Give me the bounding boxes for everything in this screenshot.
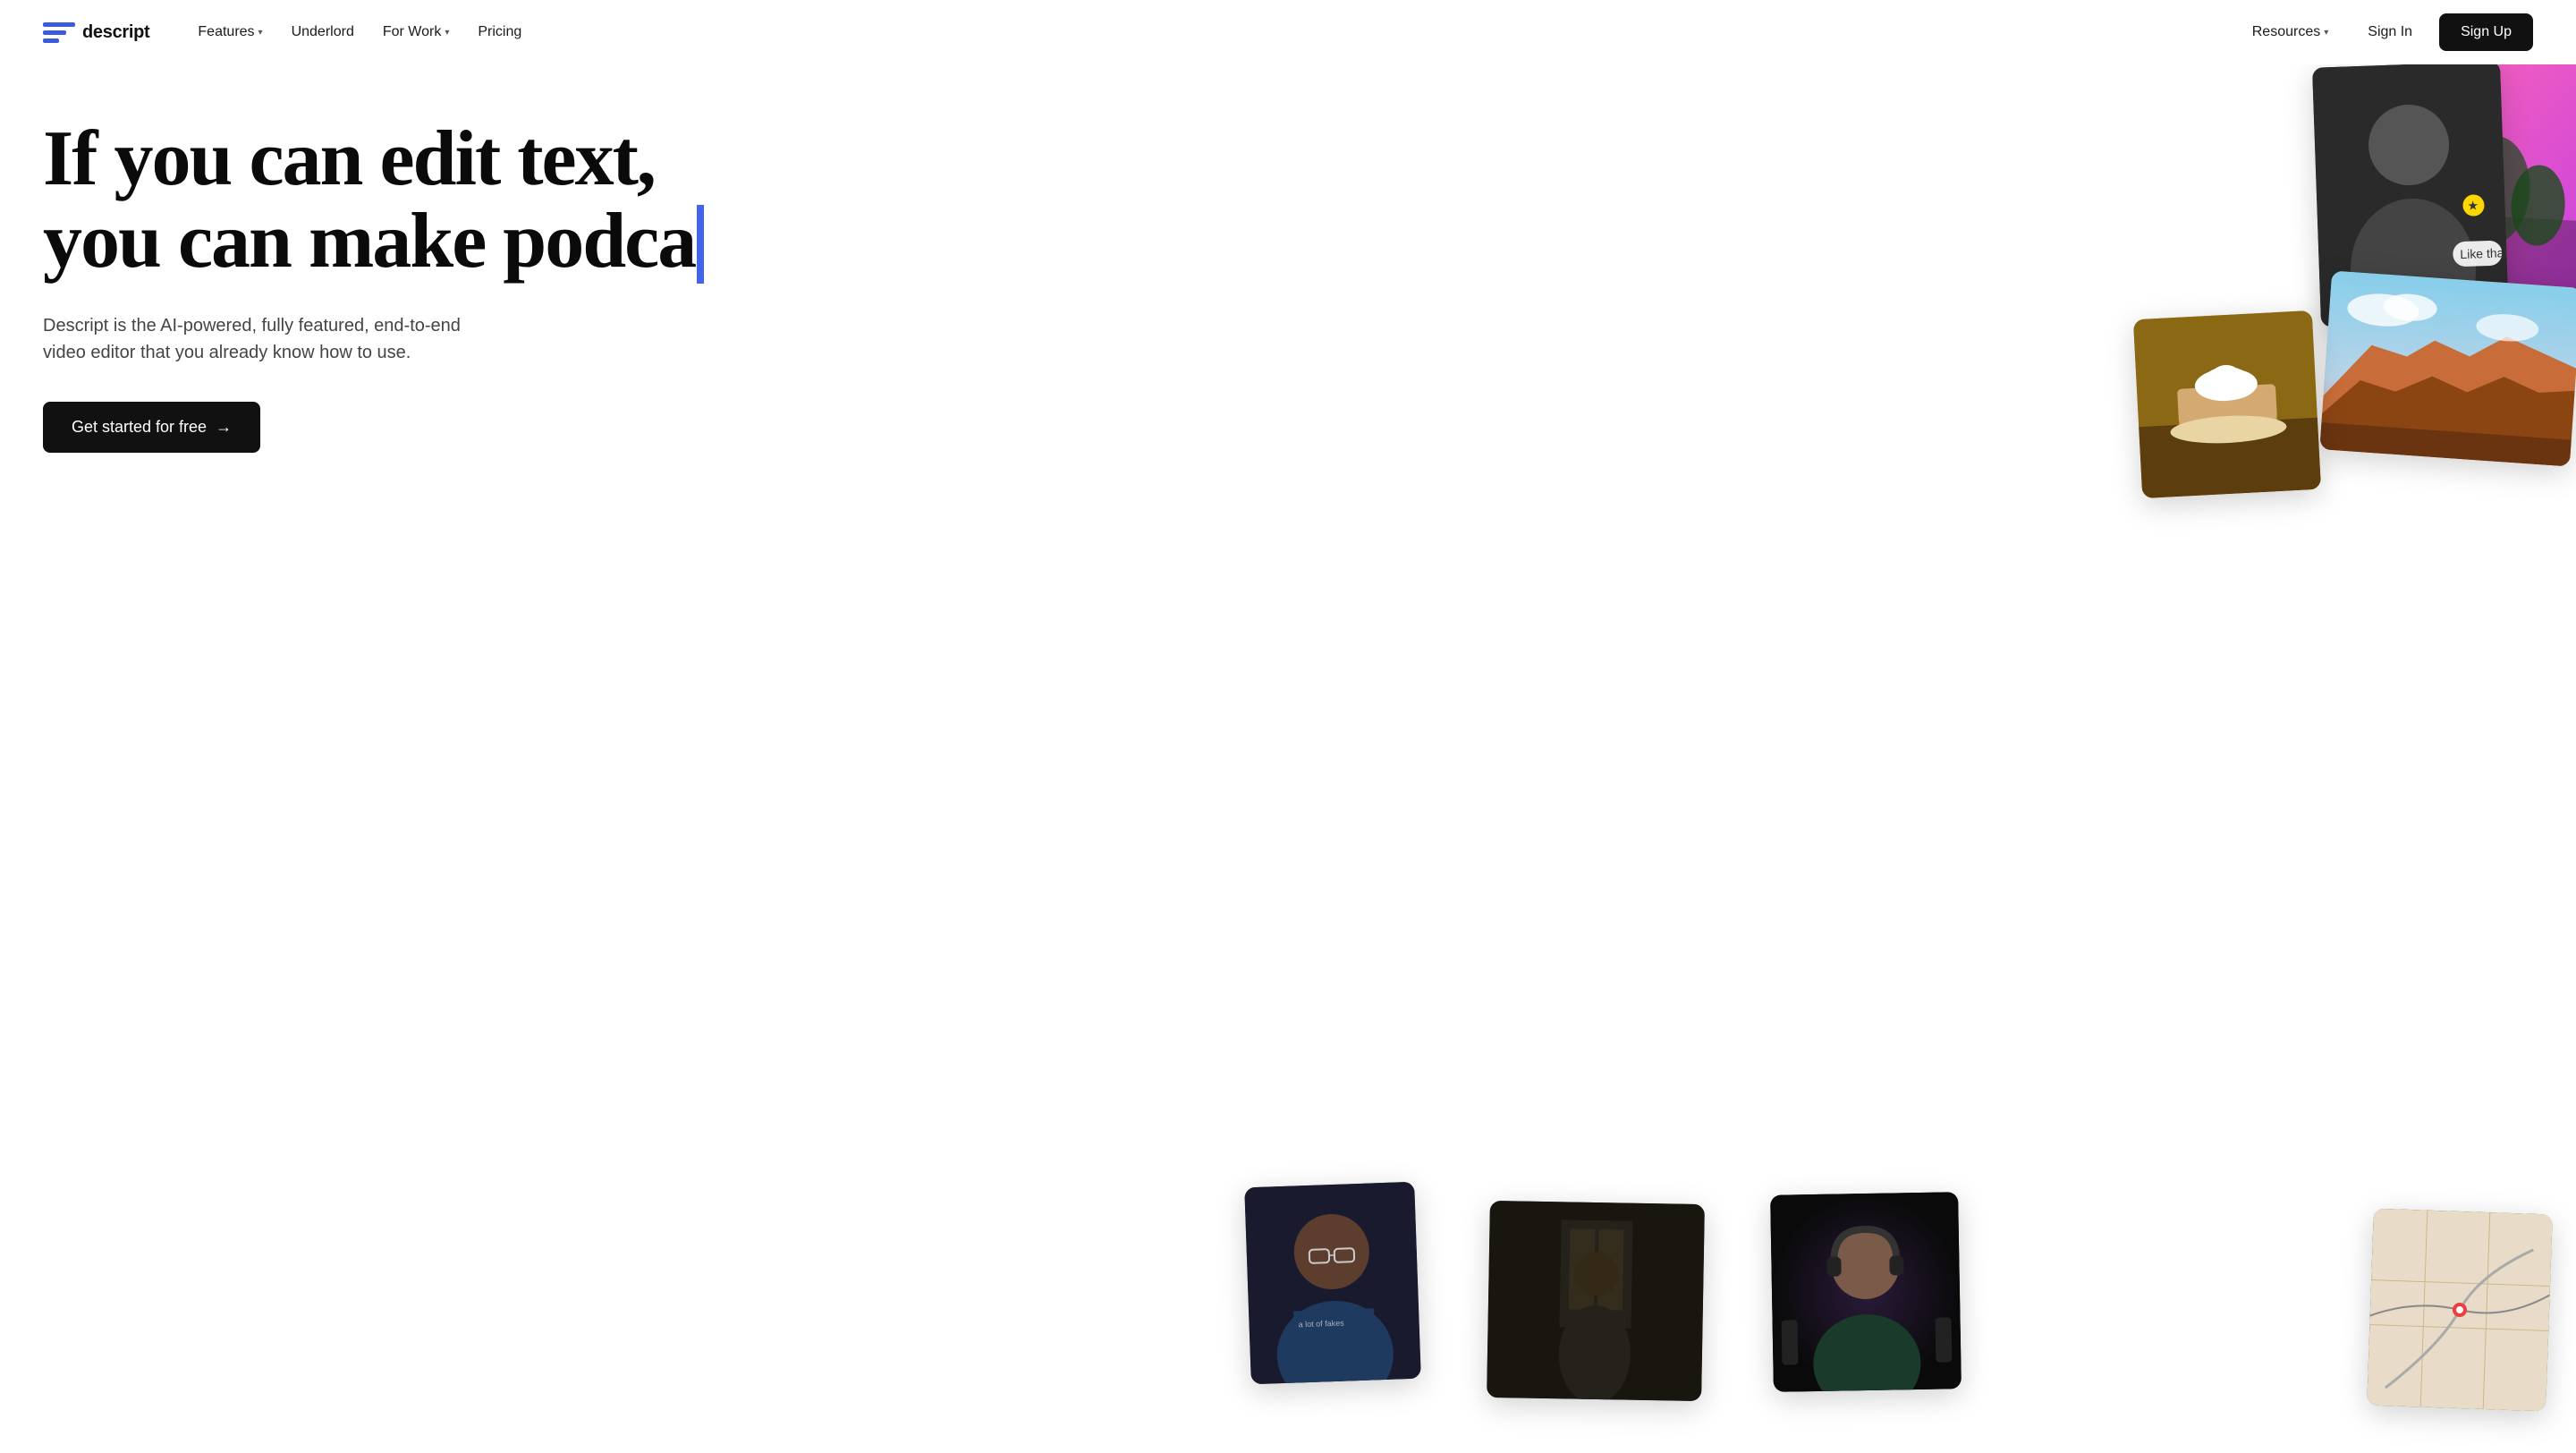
text-cursor: [697, 205, 704, 284]
collage-card-pink: [2391, 64, 2576, 293]
nav-item-pricing[interactable]: Pricing: [465, 17, 534, 47]
logo-icon: [43, 20, 75, 45]
collage-card-cinematic: [1487, 1201, 1706, 1401]
chevron-down-icon: ▾: [258, 28, 263, 38]
logo-line-1: [43, 22, 75, 27]
collage-card-portrait: Like that. ★: [2312, 64, 2509, 327]
logo-line-3: [43, 38, 59, 43]
collage-card-food: [2133, 310, 2321, 498]
hero-headline: If you can edit text, you can make podca: [43, 118, 1537, 284]
collage-card-man-glasses: a lot of fakes: [1244, 1182, 1421, 1384]
hero-section: If you can edit text, you can make podca…: [0, 64, 2576, 1453]
cta-button[interactable]: Get started for free →: [43, 402, 260, 453]
logo-link[interactable]: descript: [43, 20, 149, 45]
nav-item-underlord[interactable]: Underlord: [279, 17, 367, 47]
chevron-down-icon-3: ▾: [2324, 28, 2328, 38]
logo-line-2: [43, 30, 66, 35]
svg-text:Like that.: Like that.: [2460, 245, 2509, 261]
arrow-icon: →: [216, 418, 232, 437]
nav-right: Resources ▾ Sign In Sign Up: [2240, 13, 2533, 51]
collage-card-map: [2367, 1209, 2553, 1412]
nav-item-resources[interactable]: Resources ▾: [2240, 17, 2342, 47]
collage-card-headphones: [1770, 1192, 1962, 1392]
nav-item-features[interactable]: Features ▾: [185, 17, 275, 47]
navbar: descript Features ▾ Underlord For Work ▾…: [0, 0, 2576, 64]
chevron-down-icon-2: ▾: [445, 28, 449, 38]
hero-content: If you can edit text, you can make podca…: [43, 118, 1537, 453]
collage-card-desert: [2319, 270, 2576, 466]
hero-subtext: Descript is the AI-powered, fully featur…: [43, 312, 490, 366]
nav-item-forwork[interactable]: For Work ▾: [370, 17, 462, 47]
svg-text:★: ★: [2467, 198, 2479, 212]
logo-text: descript: [82, 22, 149, 43]
svg-text:a lot of fakes: a lot of fakes: [1299, 1319, 1345, 1330]
signin-button[interactable]: Sign In: [2355, 17, 2425, 47]
nav-left: Features ▾ Underlord For Work ▾ Pricing: [185, 17, 2239, 47]
signup-button[interactable]: Sign Up: [2439, 13, 2533, 51]
